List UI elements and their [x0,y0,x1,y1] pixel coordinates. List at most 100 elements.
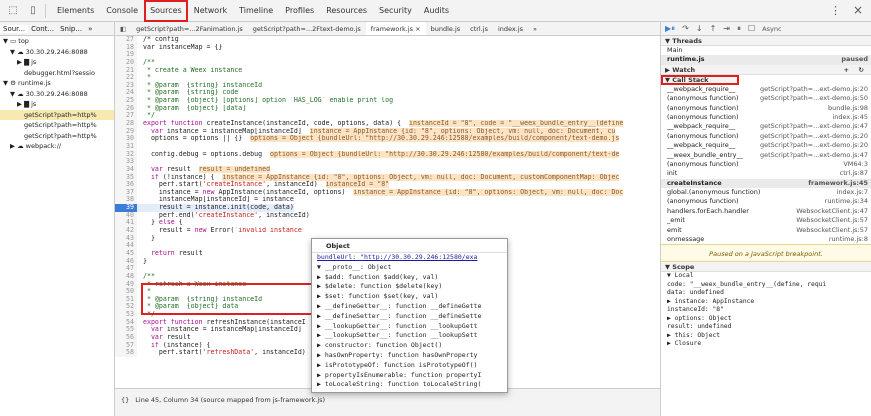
tab-sources[interactable]: Sources [144,0,188,22]
pause-on-exceptions-icon[interactable]: ⏸ [737,24,741,34]
popover-property[interactable]: ▶ __lookupSetter__: function __lookupSet… [312,331,507,341]
call-frame[interactable]: (anonymous function) getScript?path=...ex… [661,132,871,141]
call-frame[interactable]: (anonymous function) runtime.js:34 [661,197,871,206]
scope-variable[interactable]: instanceId: "8" [667,306,871,315]
call-frame[interactable]: init ctrl.js:87 [661,169,871,178]
popover-property[interactable]: ▶ $delete: function $delete(key) [312,282,507,292]
scope-variable[interactable]: ▶ this: Object [667,332,871,341]
frame-location: WebsocketClient.js:57 [796,216,868,225]
editor-tab[interactable]: bundle.js [426,25,466,33]
code-line: 22 * [115,74,660,82]
tab-content-scripts[interactable]: Cont... [28,25,57,33]
tree-item[interactable]: getScript?path=http% [0,120,114,131]
call-frame[interactable]: (anonymous function) getScript?path=...ex… [661,94,871,103]
scope-variable[interactable]: data: undefined [667,289,871,298]
refresh-icon[interactable]: ↻ [859,65,864,75]
editor-tab-active[interactable]: framework.js × [365,22,426,35]
tree-item[interactable]: ▼ ☁ 30.30.29.246:8088 [0,47,114,58]
popover-property[interactable]: ▶ __lookupGetter__: function __lookupGet… [312,322,507,332]
tab-resources[interactable]: Resources [320,0,373,22]
call-frame[interactable]: (anonymous function) VM64:3 [661,160,871,169]
step-into-icon[interactable]: ↓ [696,24,703,33]
popover-property[interactable]: ▶ hasOwnProperty: function hasOwnPropert… [312,351,507,361]
tab-audits[interactable]: Audits [418,0,455,22]
popover-property[interactable]: ▶ $set: function $set(key, val) [312,292,507,302]
scope-variable[interactable]: result: undefined [667,323,871,332]
popover-property[interactable]: ▶ constructor: function Object() [312,341,507,351]
tree-item[interactable]: ▶ ▇ js [0,57,114,68]
popover-property[interactable]: ▶ toLocaleString: function toLocaleStrin… [312,380,507,390]
tree-item[interactable]: ▶ ▇ js [0,99,114,110]
call-frame[interactable]: emit WebsocketClient.js:57 [661,226,871,235]
scope-variable[interactable]: code: "__weex_bundle_entry__(define, req… [667,281,871,290]
editor-tab[interactable]: getScript?path=...2Fanimation.js [131,25,248,33]
deactivate-breakpoints-icon[interactable]: ⇥ [723,24,730,33]
more-menu-icon[interactable]: ⋮ [830,4,841,17]
scope-variable[interactable]: ▶ options: Object [667,315,871,324]
tab-profiles[interactable]: Profiles [279,0,320,22]
tab-security[interactable]: Security [373,0,418,22]
tree-item[interactable]: debugger.html?sessio [0,68,114,79]
call-frame[interactable]: __webpack_require__ getScript?path=...ext… [661,122,871,131]
scope-variable[interactable]: ▶ Closure [667,340,871,349]
inspect-icon[interactable]: ⬚ [6,4,20,18]
popover-property[interactable]: ▼ __proto__: Object [312,263,507,273]
tab-elements[interactable]: Elements [51,0,100,22]
call-frame[interactable]: __weex_bundle_entry__ getScript?path=...e… [661,151,871,160]
step-out-icon[interactable]: ↑ [710,24,717,33]
add-watch-icon[interactable]: + [844,65,849,75]
braces-icon[interactable]: {} [121,396,129,404]
popover-property[interactable]: bundleUrl: "http://30.30.29.246:12580/ex… [312,253,507,263]
resume-icon[interactable]: ▶⏸ [665,24,675,34]
threads-header[interactable]: ▼ Threads [661,36,871,46]
tree-item[interactable]: ▼ ⚙ runtime.js [0,78,114,89]
popover-property[interactable]: ▶ propertyIsEnumerable: function propert… [312,371,507,381]
close-icon[interactable]: × [853,3,863,17]
call-frame[interactable]: createInstance framework.js:45 [661,178,871,189]
popover-title: Object [312,239,507,253]
editor-tab[interactable]: index.js [493,25,528,33]
call-frame[interactable]: handlers.forEach.handler WebsocketClient.… [661,207,871,216]
device-icon[interactable]: ▯ [26,4,40,18]
async-checkbox[interactable]: ☐ [748,24,755,33]
scope-variable[interactable]: ▶ instance: AppInstance [667,298,871,307]
popover-property[interactable]: ▶ __defineSetter__: function __defineSet… [312,312,507,322]
more-tabs-icon[interactable]: » [85,25,95,33]
tab-network[interactable]: Network [188,0,233,22]
call-stack-header[interactable]: ▼ Call Stack [661,74,739,85]
editor-tabs: ◧ getScript?path=...2Fanimation.js getSc… [115,22,660,36]
step-over-icon[interactable]: ↷ [682,24,689,33]
call-frame[interactable]: (anonymous function) index.js:45 [661,113,871,122]
line-number[interactable]: 58 [115,349,137,357]
call-frame[interactable]: _emit WebsocketClient.js:57 [661,216,871,225]
scope-header[interactable]: ▼ Scope [661,262,871,273]
popover-property[interactable]: ▶ isPrototypeOf: function isPrototypeOf(… [312,361,507,371]
tab-sources-nav[interactable]: Sour... [0,24,29,33]
code-line: 20/** [115,58,660,67]
popover-property[interactable]: ▶ __defineGetter__: function __defineGet… [312,302,507,312]
tree-item[interactable]: ▼ ☁ 30.30.29.246:8088 [0,89,114,100]
object-popover[interactable]: Object bundleUrl: "http://30.30.29.246:1… [311,238,508,393]
frame-location: framework.js:45 [808,178,868,187]
toggle-navigator-icon[interactable]: ◧ [115,25,131,33]
scope-variable[interactable]: ▼ Local [667,272,871,281]
call-frame[interactable]: (anonymous function) bundle.js:98 [661,104,871,113]
more-tabs-icon[interactable]: » [528,25,542,33]
tab-timeline[interactable]: Timeline [233,0,279,22]
call-frame[interactable]: global.(anonymous function) index.js:7 [661,188,871,197]
call-frame[interactable]: onmessage runtime.js:8 [661,235,871,244]
tab-console[interactable]: Console [100,0,144,22]
popover-property[interactable]: ▶ $add: function $add(key, val) [312,273,507,283]
thread-item[interactable]: Main [661,46,871,55]
tab-snippets[interactable]: Snip... [57,25,85,33]
watch-header[interactable]: ▶ Watch + ↻ [661,64,871,75]
editor-tab[interactable]: ctrl.js [465,25,493,33]
call-frame[interactable]: __webpack_require__ getScript?path=...ext… [661,85,871,94]
tree-item[interactable]: ▼ ▭ top [0,36,114,47]
tree-item[interactable]: ▶ ☁ webpack:// [0,141,114,152]
thread-item[interactable]: runtime.js paused [661,55,871,65]
tree-item[interactable]: getScript?path=http% [0,109,114,120]
tree-item[interactable]: getScript?path=http% [0,131,114,142]
call-frame[interactable]: __webpack_require__ getScript?path=...ext… [661,141,871,150]
editor-tab[interactable]: getScript?path=...2Ftext-demo.js [248,25,366,33]
